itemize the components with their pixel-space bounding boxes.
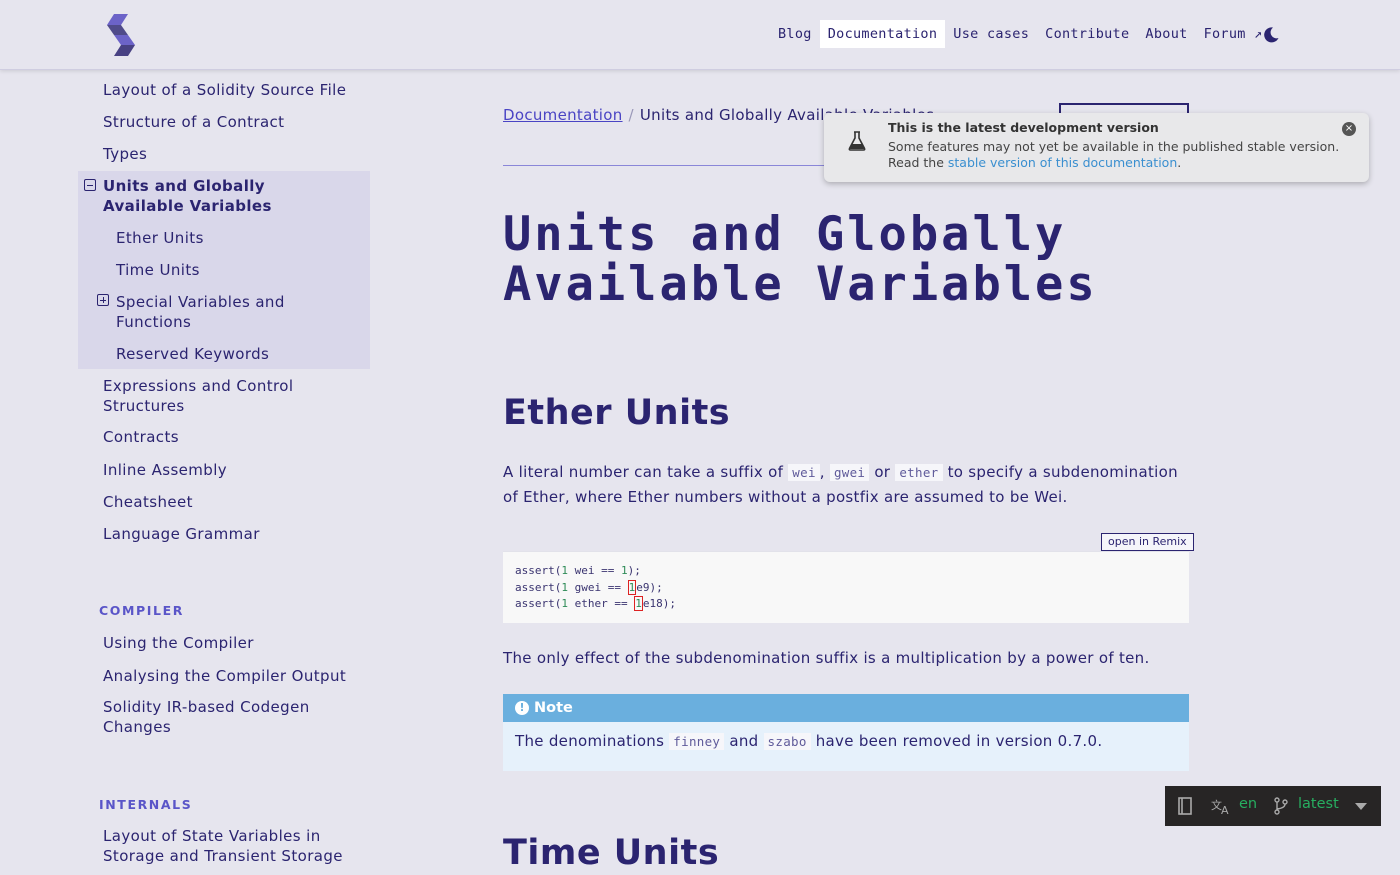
version-label[interactable]: latest <box>1298 796 1339 812</box>
open-in-remix-button[interactable]: open in Remix <box>1101 533 1194 551</box>
inline-code-ether: ether <box>895 464 943 481</box>
code-block: assert(1 wei == 1); assert(1 gwei == 1e9)… <box>503 551 1189 623</box>
sidebar-item-ir-codegen[interactable]: Solidity IR-based Codegen Changes <box>103 697 323 737</box>
multiplication-paragraph: The only effect of the subdenomination s… <box>503 649 1150 667</box>
flask-icon <box>848 131 866 151</box>
nav-use-cases[interactable]: Use cases <box>945 20 1037 48</box>
notification-body: Some features may not yet be available i… <box>888 139 1348 171</box>
notification-line1: Some features may not yet be available i… <box>888 139 1340 154</box>
sidebar-item-layout-state-vars[interactable]: Layout of State Variables in Storage and… <box>103 826 343 866</box>
ether-units-paragraph: A literal number can take a suffix of we… <box>503 460 1193 510</box>
sidebar-caption-compiler: COMPILER <box>99 603 184 618</box>
close-icon[interactable]: × <box>1342 122 1356 136</box>
note-text: The denominations <box>515 732 670 750</box>
sidebar-item-expressions[interactable]: Expressions and Control Structures <box>103 376 323 416</box>
notification-line2-end: . <box>1177 155 1182 170</box>
notification-line2: Read the stable version of this document… <box>888 155 1348 171</box>
expand-toggle-icon[interactable] <box>97 294 109 306</box>
breadcrumb-separator: / <box>628 106 634 124</box>
nav-about[interactable]: About <box>1137 20 1195 48</box>
sidebar-subitem-ether-units[interactable]: Ether Units <box>116 228 366 248</box>
page-title: Units and Globally Available Variables <box>503 207 1098 312</box>
git-branch-icon[interactable] <box>1273 797 1289 815</box>
sidebar-item-types[interactable]: Types <box>103 144 353 164</box>
note-title: Note <box>534 700 573 716</box>
sidebar-navigation: Layout of a Solidity Source File Structu… <box>78 70 370 875</box>
sidebar-item-inline-assembly[interactable]: Inline Assembly <box>103 460 353 480</box>
sidebar-item-analysing-output[interactable]: Analysing the Compiler Output <box>103 666 353 686</box>
inline-code-wei: wei <box>788 464 820 481</box>
note-and-text: and <box>729 732 759 750</box>
sidebar-subitem-reserved-keywords[interactable]: Reserved Keywords <box>116 344 366 364</box>
note-body: The denominations finney and szabo have … <box>503 722 1189 760</box>
breadcrumb-root-link[interactable]: Documentation <box>503 106 623 124</box>
comma-text: , <box>819 463 825 481</box>
section-title-ether-units: Ether Units <box>503 393 731 433</box>
sidebar-item-current[interactable]: Units and Globally Available Variables <box>103 176 343 216</box>
sidebar-item-layout-source-file[interactable]: Layout of a Solidity Source File <box>103 80 353 100</box>
dark-mode-moon-icon[interactable] <box>1262 26 1280 44</box>
paragraph-text: A literal number can take a suffix of <box>503 463 789 481</box>
sidebar-item-cheatsheet[interactable]: Cheatsheet <box>103 492 353 512</box>
stable-version-link[interactable]: stable version of this documentation <box>948 155 1177 170</box>
collapse-toggle-icon[interactable] <box>84 179 96 191</box>
nav-documentation[interactable]: Documentation <box>819 20 946 48</box>
book-icon[interactable] <box>1177 797 1193 815</box>
sidebar-item-using-compiler[interactable]: Using the Compiler <box>103 633 353 653</box>
sidebar-subitem-time-units[interactable]: Time Units <box>116 260 366 280</box>
note-admonition: ! Note The denominations finney and szab… <box>503 694 1189 771</box>
code-line: assert(1 ether == 1e18); <box>515 596 676 611</box>
dev-version-notification: This is the latest development version S… <box>824 113 1369 182</box>
nav-forum[interactable]: Forum ↗ <box>1196 20 1271 48</box>
version-flyout[interactable]: 文 A en latest <box>1165 786 1381 826</box>
code-line: assert(1 gwei == 1e9); <box>515 579 663 595</box>
inline-code-szabo: szabo <box>763 733 811 750</box>
sidebar-caption-internals: INTERNALS <box>99 797 193 812</box>
code-line: assert(1 wei == 1); <box>515 564 641 577</box>
top-navigation-bar: Blog Documentation Use cases Contribute … <box>0 0 1400 70</box>
inline-code-gwei: gwei <box>829 464 870 481</box>
sidebar-item-language-grammar[interactable]: Language Grammar <box>103 524 353 544</box>
note-header: ! Note <box>503 694 1189 722</box>
nav-blog[interactable]: Blog <box>770 20 820 48</box>
translate-icon[interactable]: 文 A <box>1211 797 1233 815</box>
inline-code-finney: finney <box>669 733 725 750</box>
svg-text:A: A <box>1221 804 1229 815</box>
or-text: or <box>874 463 891 481</box>
section-title-time-units: Time Units <box>503 833 720 873</box>
notification-title: This is the latest development version <box>888 120 1159 135</box>
sidebar-subitem-special-variables[interactable]: Special Variables and Functions <box>116 292 326 332</box>
note-text-continued: have been removed in version 0.7.0. <box>810 732 1103 750</box>
nav-contribute[interactable]: Contribute <box>1037 20 1137 48</box>
language-label[interactable]: en <box>1239 796 1257 812</box>
sidebar-item-structure-contract[interactable]: Structure of a Contract <box>103 112 353 132</box>
sidebar-item-contracts[interactable]: Contracts <box>103 427 353 447</box>
main-nav: Blog Documentation Use cases Contribute … <box>770 20 1271 48</box>
solidity-logo[interactable] <box>106 14 136 56</box>
caret-down-icon[interactable] <box>1355 803 1367 810</box>
notification-line2-text: Read the <box>888 155 948 170</box>
exclamation-icon: ! <box>515 701 529 715</box>
